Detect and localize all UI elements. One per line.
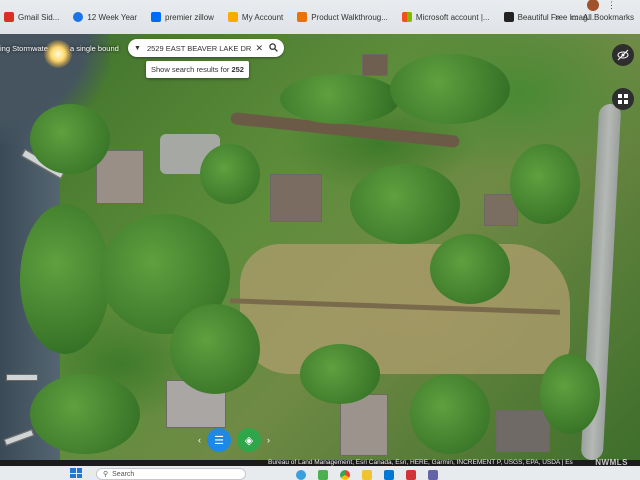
bookmark-label: Microsoft account |...	[415, 12, 490, 22]
map-toolbar: ‹ ☰ ◈ ›	[198, 428, 270, 452]
tree-canopy	[390, 54, 510, 124]
app-icon[interactable]	[318, 470, 328, 480]
bookmark-microsoft-account[interactable]: Microsoft account |...	[401, 12, 490, 22]
chevron-left-icon[interactable]: ‹	[198, 435, 201, 445]
tree-canopy	[300, 344, 380, 404]
search-value[interactable]: 2529 EAST BEAVER LAKE DR	[147, 44, 256, 53]
list-icon[interactable]: ☰	[207, 428, 231, 452]
microsoft-icon	[401, 12, 412, 22]
eye-icon[interactable]	[612, 44, 634, 66]
tree-canopy	[280, 74, 400, 124]
avatar[interactable]	[587, 0, 599, 11]
tree-canopy	[430, 234, 510, 304]
app-icon[interactable]	[362, 470, 372, 480]
suggestion-query: 252	[231, 65, 244, 74]
app-icon[interactable]	[296, 470, 306, 480]
bookmark-product-walkthrough[interactable]: Product Walkthroug...	[297, 12, 388, 22]
layers-icon[interactable]: ◈	[237, 428, 261, 452]
app-icon[interactable]	[406, 470, 416, 480]
close-icon[interactable]: ✕	[255, 43, 263, 54]
app-icon[interactable]	[384, 470, 394, 480]
house-roof	[270, 174, 322, 222]
tree-canopy	[200, 144, 260, 204]
suggestion-prefix: Show search results for	[151, 65, 232, 74]
all-bookmarks-label: All Bookmarks	[582, 12, 634, 22]
tree-canopy	[540, 354, 600, 434]
map-attribution: Bureau of Land Management, Esri Canada, …	[268, 459, 573, 466]
bookmark-label: Product Walkthroug...	[311, 12, 388, 22]
tree-canopy	[30, 104, 110, 174]
left-overlay-text: ing Stormwate	[0, 44, 48, 53]
bookmark-my-account[interactable]: My Account	[227, 12, 284, 22]
taskbar-search[interactable]: ⚲ Search	[96, 468, 246, 480]
search-icon: ⚲	[103, 471, 109, 478]
tree-canopy	[410, 374, 490, 454]
tree-canopy	[170, 304, 260, 394]
chrome-icon[interactable]	[340, 470, 350, 480]
more-bookmarks-icon[interactable]: »	[555, 12, 561, 23]
house-roof	[496, 410, 550, 452]
account-icon	[227, 12, 238, 22]
taskbar-search-placeholder: Search	[112, 470, 135, 478]
document-icon	[297, 12, 308, 22]
windows-logo-icon[interactable]	[70, 468, 82, 478]
dock	[6, 374, 38, 381]
bookmark-label: premier zillow	[165, 12, 214, 22]
menu-icon[interactable]: ⋮	[607, 0, 616, 11]
grid-icon[interactable]	[612, 88, 634, 110]
app-icon[interactable]	[428, 470, 438, 480]
tree-canopy	[30, 374, 140, 454]
tree-canopy	[20, 204, 110, 354]
bookmark-12-week-year[interactable]: 12 Week Year	[73, 12, 137, 22]
bookmarks-bar: Gmail Sid... 12 Week Year premier zillow…	[0, 0, 640, 35]
bookmark-label: Gmail Sid...	[18, 12, 60, 22]
aerial-map[interactable]	[0, 34, 640, 460]
bookmark-premier-zillow[interactable]: premier zillow	[151, 12, 214, 22]
gmail-icon	[4, 12, 14, 22]
globe-icon	[73, 12, 84, 22]
screen-glare	[44, 40, 72, 68]
chevron-down-icon[interactable]: ▼	[134, 45, 141, 52]
bookmark-gmail[interactable]: Gmail Sid...	[4, 12, 59, 22]
image-icon	[503, 12, 514, 22]
chevron-right-icon[interactable]: ›	[267, 435, 270, 445]
bookmark-label: 12 Week Year	[87, 12, 138, 22]
folder-icon: ▭	[570, 11, 579, 22]
zillow-icon	[151, 12, 162, 22]
left-overlay-text: a single bound	[70, 44, 119, 53]
tree-canopy	[350, 164, 460, 244]
search-icon[interactable]	[269, 42, 278, 54]
bookmark-label: My Account	[241, 12, 284, 22]
house-roof	[362, 54, 388, 76]
all-bookmarks-button[interactable]: ▭ All Bookmarks	[570, 12, 634, 23]
tree-canopy	[510, 144, 580, 224]
search-suggestion[interactable]: Show search results for 252	[146, 61, 249, 78]
search-input[interactable]: ▼ 2529 EAST BEAVER LAKE DR ✕	[128, 39, 284, 57]
